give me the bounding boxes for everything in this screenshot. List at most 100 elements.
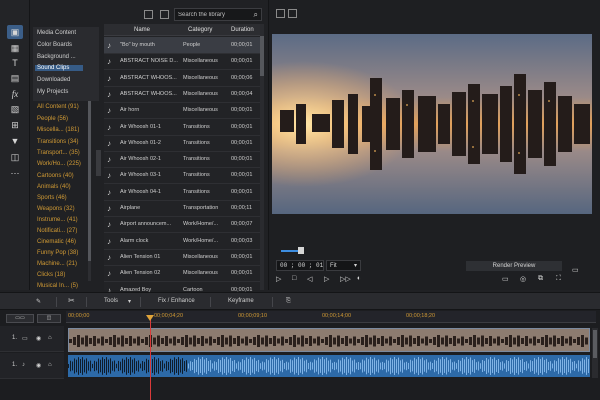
timeline-playhead[interactable] (150, 318, 151, 400)
view-toggle-icon[interactable] (144, 10, 153, 19)
table-row[interactable]: ♪ "Bo" by mouth People 00;00;01 (104, 37, 260, 54)
category-item[interactable]: Funny Pop (38) (37, 250, 78, 256)
fix-enhance-button[interactable]: Fix / Enhance (158, 298, 195, 304)
category-item[interactable]: Notificati... (27) (37, 228, 77, 234)
table-row[interactable]: ♪ Air Whoosh 01-1 Transitions 00;00;01 (104, 119, 260, 136)
preview-seek-track[interactable] (281, 250, 299, 252)
column-header-duration[interactable]: Duration (231, 27, 254, 33)
table-row[interactable]: ♪ Air Whoosh 01-2 Transitions 00;00;01 (104, 135, 260, 152)
fx-room-icon[interactable]: ▦ (7, 41, 23, 55)
category-item[interactable]: Machine... (21) (37, 261, 77, 267)
keyframe-button[interactable]: Keyframe (228, 298, 254, 304)
table-row[interactable]: ♪ ABSTRACT WHOOS... Miscellaneous 00;00;04 (104, 86, 260, 103)
lock-icon[interactable]: ⌂ (48, 362, 52, 368)
category-item[interactable]: Clicks (18) (37, 272, 65, 278)
nav-item-sound-clips[interactable]: Sound Clips (35, 65, 83, 71)
timeline-mode-button[interactable]: ◫ (37, 314, 61, 323)
grid-view-icon[interactable] (160, 10, 169, 19)
table-row[interactable]: ♪ Alien Tension 01 Miscellaneous 00;00;01 (104, 249, 260, 266)
table-row[interactable]: ♪ Alarm clock Work/Home/... 00;00;03 (104, 233, 260, 250)
category-item[interactable]: Work/Ho... (225) (37, 161, 81, 167)
media-room-icon[interactable]: ▣ (7, 25, 23, 39)
previous-frame-icon[interactable]: ◁ (307, 275, 312, 283)
category-item[interactable]: All Content (91) (37, 104, 79, 110)
table-row[interactable]: ♪ Air horn Miscellaneous 00;00;01 (104, 102, 260, 120)
scrollbar-thumb[interactable] (593, 330, 597, 358)
category-item[interactable]: People (56) (37, 116, 68, 122)
subtitle-room-icon[interactable]: ◫ (7, 150, 23, 164)
cinema-icon[interactable]: ▭ (502, 275, 509, 283)
track-manager-button[interactable]: ▭▭ (6, 314, 34, 323)
video-clip[interactable] (68, 328, 590, 352)
title-room-icon[interactable]: T (7, 56, 23, 70)
category-item[interactable]: Weapons (32) (37, 206, 75, 212)
category-item[interactable]: Sports (46) (37, 195, 67, 201)
table-row[interactable]: ♪ Airport announcem... Work/Home/... 00;00;… (104, 216, 260, 234)
preview-seek-knob[interactable] (298, 247, 304, 254)
stop-icon[interactable]: □ (292, 275, 296, 282)
nav-item-media-content[interactable]: Media Content (37, 30, 76, 36)
nav-item-color-boards[interactable]: Color Boards (37, 42, 72, 48)
category-item[interactable]: Transitions (34) (37, 139, 78, 145)
category-scrollbar[interactable] (88, 101, 91, 281)
fit-dropdown[interactable]: Fit ▾ (326, 260, 361, 271)
fast-forward-icon[interactable]: ▷▷ (340, 275, 351, 283)
visibility-icon[interactable]: ◉ (36, 362, 41, 369)
search-input[interactable] (178, 10, 248, 19)
tools-menu[interactable]: Tools (104, 298, 118, 304)
search-icon[interactable]: ⌕ (254, 10, 258, 20)
visibility-icon[interactable]: ◉ (36, 335, 41, 342)
volume-icon[interactable]: ◐ (357, 275, 361, 282)
category-item[interactable]: Animals (40) (37, 184, 71, 190)
track-number: 1. (12, 362, 18, 368)
panel-splitter[interactable] (96, 150, 101, 176)
resolution-icon[interactable]: ▭ (572, 266, 579, 274)
pip-room-icon[interactable]: ▧ (7, 102, 23, 116)
table-row[interactable]: ♪ Air Whoosh 02-1 Transitions 00;00;01 (104, 151, 260, 169)
transition-room-icon[interactable]: ▤ (7, 71, 23, 85)
clip-duration: 00;00;01 (231, 172, 253, 179)
particle-room-icon[interactable]: ⊞ (7, 118, 23, 132)
nav-item-downloaded[interactable]: Downloaded (37, 77, 70, 83)
column-header-category[interactable]: Category (188, 27, 212, 33)
mask-room-icon[interactable]: ▼ (7, 134, 23, 148)
chevron-down-icon[interactable]: ▾ (128, 298, 131, 305)
playhead-handle[interactable] (146, 315, 154, 321)
snapshot-icon[interactable]: ◎ (520, 275, 526, 283)
undock-icon[interactable]: ⧉ (538, 275, 543, 283)
table-row[interactable]: ♪ Air Whoosh 04-1 Transitions 00;00;01 (104, 184, 260, 201)
export-icon[interactable]: ⎘ (286, 298, 291, 305)
nav-item-my-projects[interactable]: My Projects (37, 89, 68, 95)
video-preview[interactable] (272, 34, 592, 214)
table-row[interactable]: ♪ Airplane Transportation 00;00;11 (104, 200, 260, 217)
table-row[interactable]: ♪ Air Whoosh 03-1 Transitions 00;00;01 (104, 167, 260, 185)
category-item[interactable]: Instrume... (41) (37, 217, 78, 223)
nav-item-background[interactable]: Background ... (37, 54, 76, 60)
effect-room-icon[interactable]: fx (7, 87, 23, 101)
movie-mode-icon[interactable] (288, 9, 297, 18)
timeline-scrollbar[interactable] (592, 328, 598, 378)
column-header-name[interactable]: Name (134, 27, 150, 33)
category-item[interactable]: Musical In... (5) (37, 283, 78, 289)
more-icon[interactable]: ⋯ (7, 166, 23, 180)
next-frame-icon[interactable]: ▷ (324, 275, 329, 283)
timecode-display[interactable]: 00 ; 00 ; 01 ; 19 (276, 260, 341, 271)
table-row[interactable]: ♪ ABSTRACT NOISE D... Miscellaneous 00;00;0… (104, 53, 260, 71)
table-row[interactable]: ♪ ABSTRACT WHOOS... Miscellaneous 00;00;06 (104, 70, 260, 87)
audio-clip[interactable] (68, 355, 590, 377)
category-item[interactable]: Cartoons (40) (37, 173, 74, 179)
fullscreen-icon[interactable]: ⛶ (556, 275, 561, 283)
play-icon[interactable]: ▷ (276, 275, 281, 283)
clip-mode-icon[interactable] (276, 9, 285, 18)
category-item[interactable]: Transport... (35) (37, 150, 80, 156)
render-preview-button[interactable]: Render Preview (466, 261, 562, 271)
scrollbar-thumb[interactable] (88, 101, 91, 261)
split-icon[interactable]: ✂ (68, 296, 75, 305)
category-item[interactable]: Miscella... (181) (37, 127, 79, 133)
scrollbar-thumb[interactable] (260, 36, 264, 76)
table-scrollbar[interactable] (260, 24, 264, 290)
table-row[interactable]: ♪ Alien Tension 02 Miscellaneous 00;00;01 (104, 265, 260, 283)
lock-icon[interactable]: ⌂ (48, 335, 52, 341)
pen-icon[interactable]: ✎ (36, 298, 41, 305)
category-item[interactable]: Cinematic (46) (37, 239, 76, 245)
